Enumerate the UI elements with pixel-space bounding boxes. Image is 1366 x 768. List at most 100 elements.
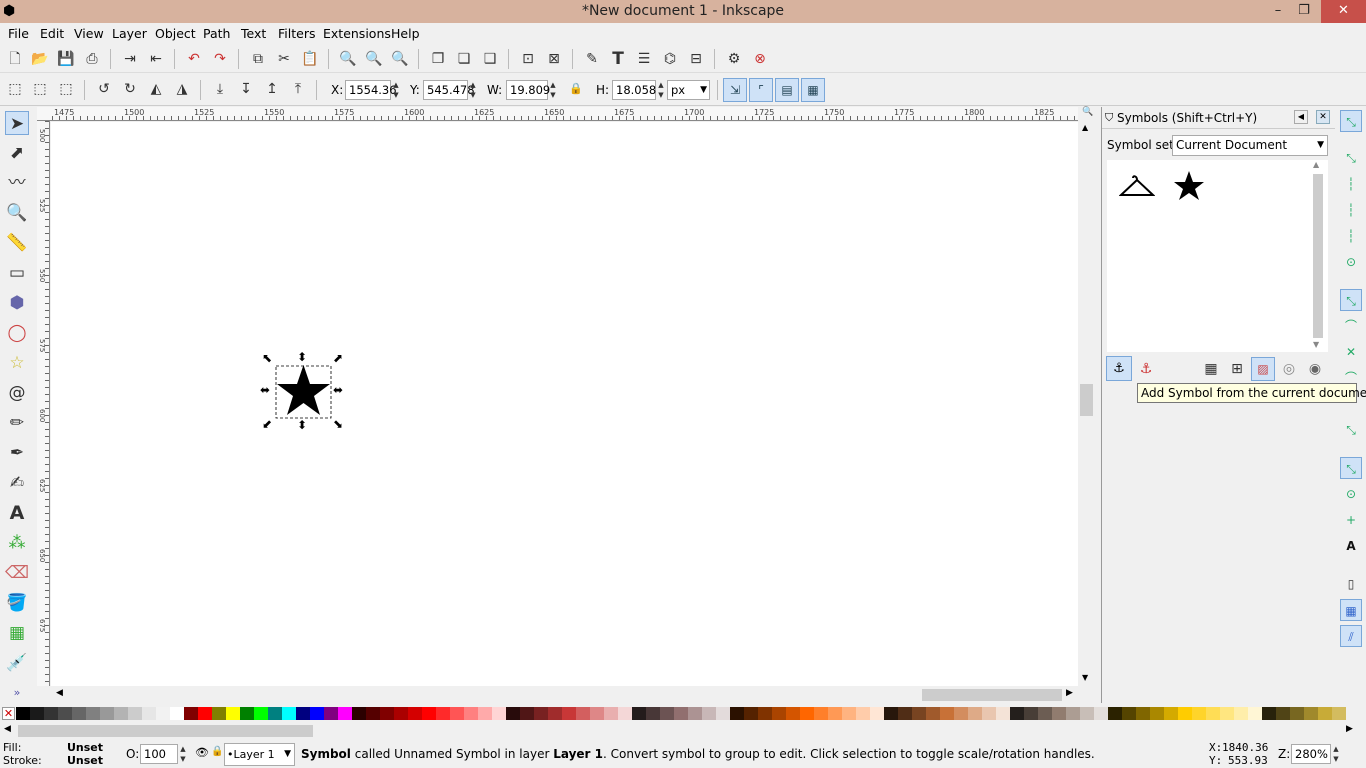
open-icon[interactable]: 📂 (30, 49, 50, 69)
calligraphy-tool-icon[interactable]: ✍ (5, 471, 29, 495)
snap-intersections-icon[interactable]: ✕ (1340, 341, 1362, 363)
duplicate-icon[interactable]: ❐ (428, 49, 448, 69)
color-swatch[interactable] (856, 707, 870, 720)
symbols-scroll-thumb[interactable] (1313, 174, 1323, 338)
color-swatch[interactable] (142, 707, 156, 720)
menu-path[interactable]: Path (203, 26, 230, 41)
color-swatch[interactable] (884, 707, 898, 720)
w-input[interactable]: 19.809 (506, 80, 550, 100)
ellipse-tool-icon[interactable]: ◯ (5, 321, 29, 345)
document-properties-icon[interactable]: ⚙ (724, 49, 744, 69)
hanger-icon[interactable] (1119, 172, 1155, 200)
color-swatch[interactable] (870, 707, 884, 720)
eraser-tool-icon[interactable]: ⌫ (5, 561, 29, 585)
zoom-stepper[interactable]: ▲ ▼ (1331, 744, 1341, 764)
scroll-down-arrow[interactable]: ▼ (1313, 340, 1319, 349)
snap-paths-icon[interactable]: ⌒ (1340, 315, 1362, 337)
color-swatch[interactable] (324, 707, 338, 720)
color-swatch[interactable] (1136, 707, 1150, 720)
color-swatch[interactable] (380, 707, 394, 720)
color-swatch[interactable] (604, 707, 618, 720)
star-icon[interactable] (1173, 170, 1205, 202)
color-swatch[interactable] (464, 707, 478, 720)
scale-stroke-toggle[interactable]: ⇲ (723, 78, 747, 102)
color-swatch[interactable] (86, 707, 100, 720)
color-swatch[interactable] (1262, 707, 1276, 720)
color-swatch[interactable] (114, 707, 128, 720)
color-swatch[interactable] (1094, 707, 1108, 720)
close-button[interactable]: ✕ (1321, 0, 1366, 23)
color-swatch[interactable] (268, 707, 282, 720)
color-swatch[interactable] (1122, 707, 1136, 720)
color-swatch[interactable] (1108, 707, 1122, 720)
color-swatch[interactable] (842, 707, 856, 720)
gradient-tool-icon[interactable]: ▦ (5, 621, 29, 645)
y-stepper[interactable]: ▲ ▼ (468, 80, 478, 100)
snap-bbox-edges-icon[interactable]: ┆ (1340, 173, 1362, 195)
rotate-cw-icon[interactable]: ↻ (120, 79, 140, 99)
new-document-icon[interactable]: 🗋 (5, 49, 25, 69)
horizontal-scrollbar[interactable]: ◀ ▶ (52, 688, 1095, 702)
color-swatch[interactable] (954, 707, 968, 720)
color-swatch[interactable] (506, 707, 520, 720)
pen-tool-icon[interactable]: ✒ (5, 441, 29, 465)
color-swatch[interactable] (716, 707, 730, 720)
snap-rotation-center-icon[interactable]: + (1340, 509, 1362, 531)
zoom-corner-icon[interactable]: 🔍 (1082, 107, 1093, 117)
color-swatch[interactable] (1192, 707, 1206, 720)
color-swatch[interactable] (1010, 707, 1024, 720)
pencil-tool-icon[interactable]: ✏ (5, 411, 29, 435)
raise-to-top-icon[interactable]: ⤒ (288, 79, 308, 99)
text-font-icon[interactable]: T (608, 49, 628, 69)
color-swatch[interactable] (800, 707, 814, 720)
snap-text-baseline-icon[interactable]: A (1340, 535, 1362, 557)
color-swatch[interactable] (436, 707, 450, 720)
scroll-right-arrow[interactable]: ▶ (1066, 688, 1073, 698)
color-swatch[interactable] (58, 707, 72, 720)
small-icons-button[interactable]: ▦ (1201, 359, 1221, 379)
select-all-icon[interactable]: ⬚ (5, 79, 25, 99)
color-swatch[interactable] (30, 707, 44, 720)
unit-select[interactable]: px ▼ (667, 80, 710, 100)
color-swatch[interactable] (212, 707, 226, 720)
x-stepper[interactable]: ▲ ▼ (391, 80, 401, 100)
color-swatch[interactable] (548, 707, 562, 720)
raise-icon[interactable]: ↥ (262, 79, 282, 99)
color-swatch[interactable] (996, 707, 1010, 720)
selected-star-symbol[interactable]: ⬉ ⬍ ⬈ ⬌ ⬌ ⬋ ⬍ ⬊ (257, 348, 357, 432)
drawing-canvas[interactable]: ⬉ ⬍ ⬈ ⬌ ⬌ ⬋ ⬍ ⬊ (51, 122, 1078, 686)
lower-icon[interactable]: ↧ (236, 79, 256, 99)
y-input[interactable]: 545.478 (423, 80, 475, 100)
scroll-right-arrow[interactable]: ▶ (1346, 724, 1353, 734)
snap-bbox-midpoints-icon[interactable]: ┆ (1340, 225, 1362, 247)
color-swatch[interactable] (394, 707, 408, 720)
snap-centers-icon[interactable]: ⊙ (1340, 483, 1362, 505)
snap-cusp-nodes-icon[interactable]: ⌒ (1340, 367, 1362, 389)
zoom-drawing-icon[interactable]: 🔍 (364, 49, 384, 69)
scroll-up-arrow[interactable]: ▲ (1313, 160, 1319, 169)
color-swatch[interactable] (170, 707, 184, 720)
scale-corners-toggle[interactable]: ⌜ (749, 78, 773, 102)
color-swatch[interactable] (198, 707, 212, 720)
color-swatch[interactable] (520, 707, 534, 720)
color-swatch[interactable] (1318, 707, 1332, 720)
fill-value[interactable]: Unset (67, 741, 103, 754)
lock-icon[interactable]: 🔒 (211, 746, 223, 757)
color-swatch[interactable] (254, 707, 268, 720)
rectangle-tool-icon[interactable]: ▭ (5, 261, 29, 285)
scroll-down-arrow[interactable]: ▼ (1082, 673, 1088, 682)
vertical-scroll-thumb[interactable] (1080, 384, 1093, 416)
spiral-tool-icon[interactable]: @ (5, 381, 29, 405)
color-swatch[interactable] (1164, 707, 1178, 720)
flip-vertical-icon[interactable]: ◮ (172, 79, 192, 99)
color-swatch[interactable] (772, 707, 786, 720)
color-swatch[interactable] (940, 707, 954, 720)
color-swatch[interactable] (310, 707, 324, 720)
color-swatch[interactable] (674, 707, 688, 720)
menu-object[interactable]: Object (155, 26, 196, 41)
color-swatch[interactable] (422, 707, 436, 720)
color-swatch[interactable] (366, 707, 380, 720)
scroll-left-arrow[interactable]: ◀ (4, 724, 11, 734)
color-swatch[interactable] (730, 707, 744, 720)
menu-text[interactable]: Text (241, 26, 266, 41)
